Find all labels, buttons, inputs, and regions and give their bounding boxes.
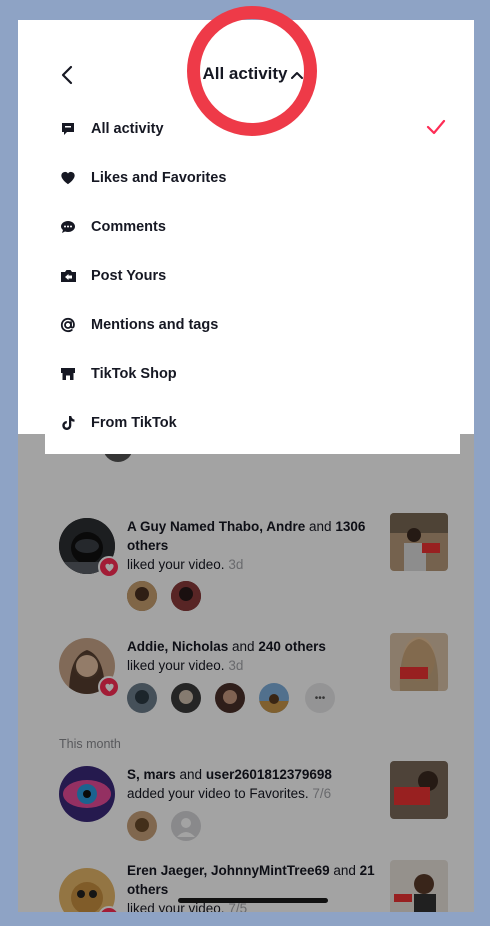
heart-icon bbox=[59, 169, 77, 187]
menu-item-label: All activity bbox=[91, 120, 164, 137]
menu-item-post-yours[interactable]: Post Yours bbox=[45, 251, 460, 300]
menu-item-mentions-tags[interactable]: Mentions and tags bbox=[45, 300, 460, 349]
home-indicator[interactable] bbox=[178, 898, 328, 903]
menu-item-tiktok-shop[interactable]: TikTok Shop bbox=[45, 349, 460, 398]
tiktok-logo-icon bbox=[59, 414, 77, 432]
checkmark-icon bbox=[426, 118, 446, 141]
menu-item-label: Post Yours bbox=[91, 267, 167, 284]
annotation-circle bbox=[187, 6, 317, 136]
menu-item-label: TikTok Shop bbox=[91, 365, 177, 382]
menu-item-likes-favorites[interactable]: Likes and Favorites bbox=[45, 153, 460, 202]
menu-item-label: Comments bbox=[91, 218, 166, 235]
comment-bubble-icon bbox=[59, 218, 77, 236]
shop-icon bbox=[59, 365, 77, 383]
post-yours-icon bbox=[59, 267, 77, 285]
menu-item-comments[interactable]: Comments bbox=[45, 202, 460, 251]
menu-item-from-tiktok[interactable]: From TikTok bbox=[45, 398, 460, 447]
menu-item-label: Mentions and tags bbox=[91, 316, 219, 333]
dim-overlay[interactable] bbox=[18, 434, 474, 912]
menu-item-label: Likes and Favorites bbox=[91, 169, 227, 186]
menu-item-label: From TikTok bbox=[91, 414, 177, 431]
message-square-icon bbox=[59, 120, 77, 138]
at-sign-icon bbox=[59, 316, 77, 334]
